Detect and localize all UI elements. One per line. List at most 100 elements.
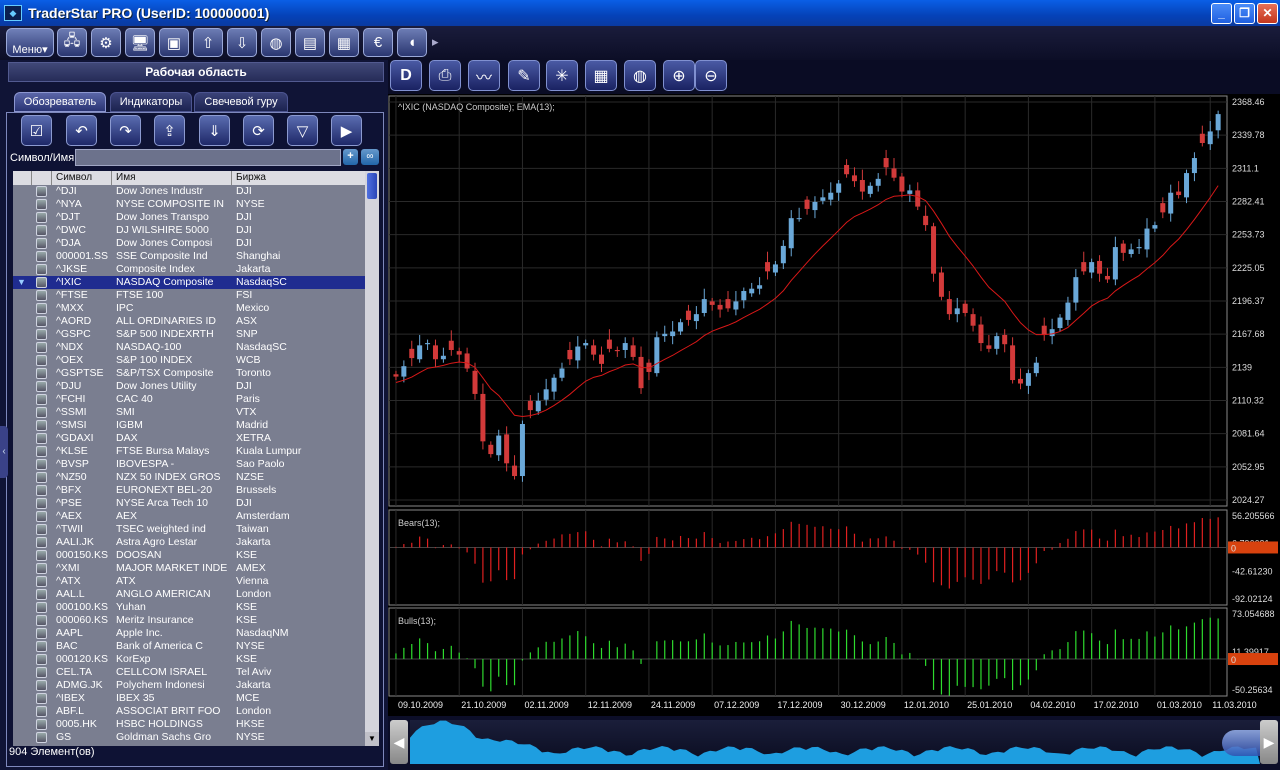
table-row[interactable]: ^DWC DJ WILSHIRE 5000 DJI	[13, 224, 365, 237]
row-checkbox[interactable]	[36, 537, 47, 548]
table-row[interactable]: 000060.KS Meritz Insurance KSE	[13, 614, 365, 627]
row-checkbox[interactable]	[36, 316, 47, 327]
row-checkbox[interactable]	[36, 251, 47, 262]
row-checkbox[interactable]	[36, 524, 47, 535]
row-checkbox[interactable]	[36, 472, 47, 483]
navigator-right-arrow[interactable]: ▶	[1260, 720, 1278, 764]
row-checkbox[interactable]	[36, 589, 47, 600]
table-row[interactable]: CEL.TA CELLCOM ISRAEL Tel Aviv	[13, 666, 365, 679]
grid-icon[interactable]: ▦	[585, 60, 617, 91]
speaker-icon[interactable]: ◖	[397, 28, 427, 57]
row-checkbox[interactable]	[36, 329, 47, 340]
row-checkbox[interactable]	[36, 407, 47, 418]
globe-icon[interactable]: ◍	[261, 28, 291, 57]
table-row[interactable]: ^TWII TSEC weighted ind Taiwan	[13, 523, 365, 536]
row-checkbox[interactable]	[36, 498, 47, 509]
row-checkbox[interactable]	[36, 459, 47, 470]
row-checkbox[interactable]	[36, 186, 47, 197]
table-row[interactable]: ^ATX ATX Vienna	[13, 575, 365, 588]
row-checkbox[interactable]	[36, 563, 47, 574]
upload-icon[interactable]: ⇧	[193, 28, 223, 57]
table-row[interactable]: ^AEX AEX Amsterdam	[13, 510, 365, 523]
row-checkbox[interactable]	[36, 706, 47, 717]
table-row[interactable]: ^IBEX IBEX 35 MCE	[13, 692, 365, 705]
row-checkbox[interactable]	[36, 654, 47, 665]
play-icon[interactable]: ▶	[331, 115, 362, 146]
table-row[interactable]: ^AORD ALL ORDINARIES ID ASX	[13, 315, 365, 328]
redo-icon[interactable]: ↷	[110, 115, 141, 146]
table-row[interactable]: ^DJA Dow Jones Composi DJI	[13, 237, 365, 250]
zoom-in-icon[interactable]: ⊕	[663, 60, 695, 91]
price-chart-svg[interactable]: 2368.46 2339.78 2311.1 2282.41 2253.73 2225.0…	[388, 94, 1280, 716]
euro-icon[interactable]: €	[363, 28, 393, 57]
row-checkbox[interactable]	[36, 602, 47, 613]
navigator-track[interactable]	[410, 720, 1260, 764]
table-row[interactable]: ^XMI MAJOR MARKET INDE AMEX	[13, 562, 365, 575]
network-icon[interactable]: 🖧	[57, 28, 87, 57]
navigator-thumb[interactable]	[1222, 730, 1260, 756]
table-row[interactable]: ADMG.JK Polychem Indonesi Jakarta	[13, 679, 365, 692]
table-row[interactable]: ^BVSP IBOVESPA - Sao Paolo	[13, 458, 365, 471]
toolbar-more-icon[interactable]: ▸	[432, 34, 439, 50]
zoom-out-icon[interactable]: ⊖	[695, 60, 727, 91]
table-row[interactable]: AAPL Apple Inc. NasdaqNM	[13, 627, 365, 640]
table-row[interactable]: 000001.SS SSE Composite Ind Shanghai	[13, 250, 365, 263]
header-symbol[interactable]: Символ	[52, 171, 112, 185]
newspaper-icon[interactable]: ▦	[329, 28, 359, 57]
row-checkbox[interactable]	[36, 225, 47, 236]
table-row[interactable]: ▼ ^IXIC NASDAQ Composite NasdaqSC	[13, 276, 365, 289]
row-checkbox[interactable]	[36, 212, 47, 223]
table-row[interactable]: 0005.HK HSBC HOLDINGS HKSE	[13, 718, 365, 731]
row-checkbox[interactable]	[36, 680, 47, 691]
display-icon[interactable]: ▣	[159, 28, 189, 57]
row-checkbox[interactable]	[36, 732, 47, 743]
export-icon[interactable]: ⇪	[154, 115, 185, 146]
tab-browser[interactable]: Обозреватель	[14, 92, 106, 112]
row-checkbox[interactable]	[36, 355, 47, 366]
table-row[interactable]: ^FTSE FTSE 100 FSI	[13, 289, 365, 302]
table-row[interactable]: ^PSE NYSE Arca Tech 10 DJI	[13, 497, 365, 510]
table-scrollbar[interactable]: ▼	[365, 171, 379, 746]
table-row[interactable]: ^DJU Dow Jones Utility DJI	[13, 380, 365, 393]
refresh-icon[interactable]: ⟳	[243, 115, 274, 146]
row-checkbox[interactable]	[36, 615, 47, 626]
row-checkbox[interactable]	[36, 511, 47, 522]
row-checkbox[interactable]	[36, 667, 47, 678]
table-row[interactable]: ^FCHI CAC 40 Paris	[13, 393, 365, 406]
settings-icon[interactable]: ⚙	[91, 28, 121, 57]
table-row[interactable]: ^SSMI SMI VTX	[13, 406, 365, 419]
symbol-search-input[interactable]	[75, 149, 341, 166]
print-icon[interactable]: ⎙	[429, 60, 461, 91]
table-row[interactable]: 000100.KS Yuhan KSE	[13, 601, 365, 614]
header-name[interactable]: Имя	[112, 171, 232, 185]
row-checkbox[interactable]	[36, 485, 47, 496]
row-checkbox[interactable]	[36, 381, 47, 392]
table-row[interactable]: ^DJI Dow Jones Industr DJI	[13, 185, 365, 198]
row-checkbox[interactable]	[36, 550, 47, 561]
row-checkbox[interactable]	[36, 264, 47, 275]
undo-icon[interactable]: ↶	[66, 115, 97, 146]
row-checkbox[interactable]	[36, 290, 47, 301]
globe-icon[interactable]: ◍	[624, 60, 656, 91]
collapse-panel-handle[interactable]: ‹	[0, 426, 8, 478]
table-row[interactable]: ^NZ50 NZX 50 INDEX GROS NZSE	[13, 471, 365, 484]
navigator-left-arrow[interactable]: ◀	[390, 720, 408, 764]
table-row[interactable]: ^KLSE FTSE Bursa Malays Kuala Lumpur	[13, 445, 365, 458]
close-button[interactable]: ✕	[1257, 3, 1278, 24]
table-row[interactable]: BAC Bank of America C NYSE	[13, 640, 365, 653]
table-row[interactable]: ^NYA NYSE COMPOSITE IN NYSE	[13, 198, 365, 211]
table-row[interactable]: GS Goldman Sachs Gro NYSE	[13, 731, 365, 744]
table-row[interactable]: ^BFX EURONEXT BEL-20 Brussels	[13, 484, 365, 497]
header-exchange[interactable]: Биржа	[232, 171, 365, 185]
binoculars-icon[interactable]: ∞	[361, 149, 379, 165]
row-checkbox[interactable]	[36, 420, 47, 431]
maximize-button[interactable]: ❐	[1234, 3, 1255, 24]
row-checkbox[interactable]	[36, 394, 47, 405]
row-checkbox[interactable]	[36, 277, 47, 288]
row-checkbox[interactable]	[36, 238, 47, 249]
download-icon[interactable]: ⇩	[227, 28, 257, 57]
row-checkbox[interactable]	[36, 446, 47, 457]
row-checkbox[interactable]	[36, 433, 47, 444]
line-chart-icon[interactable]: 〰	[468, 60, 500, 91]
add-symbol-button[interactable]: +	[343, 149, 358, 165]
